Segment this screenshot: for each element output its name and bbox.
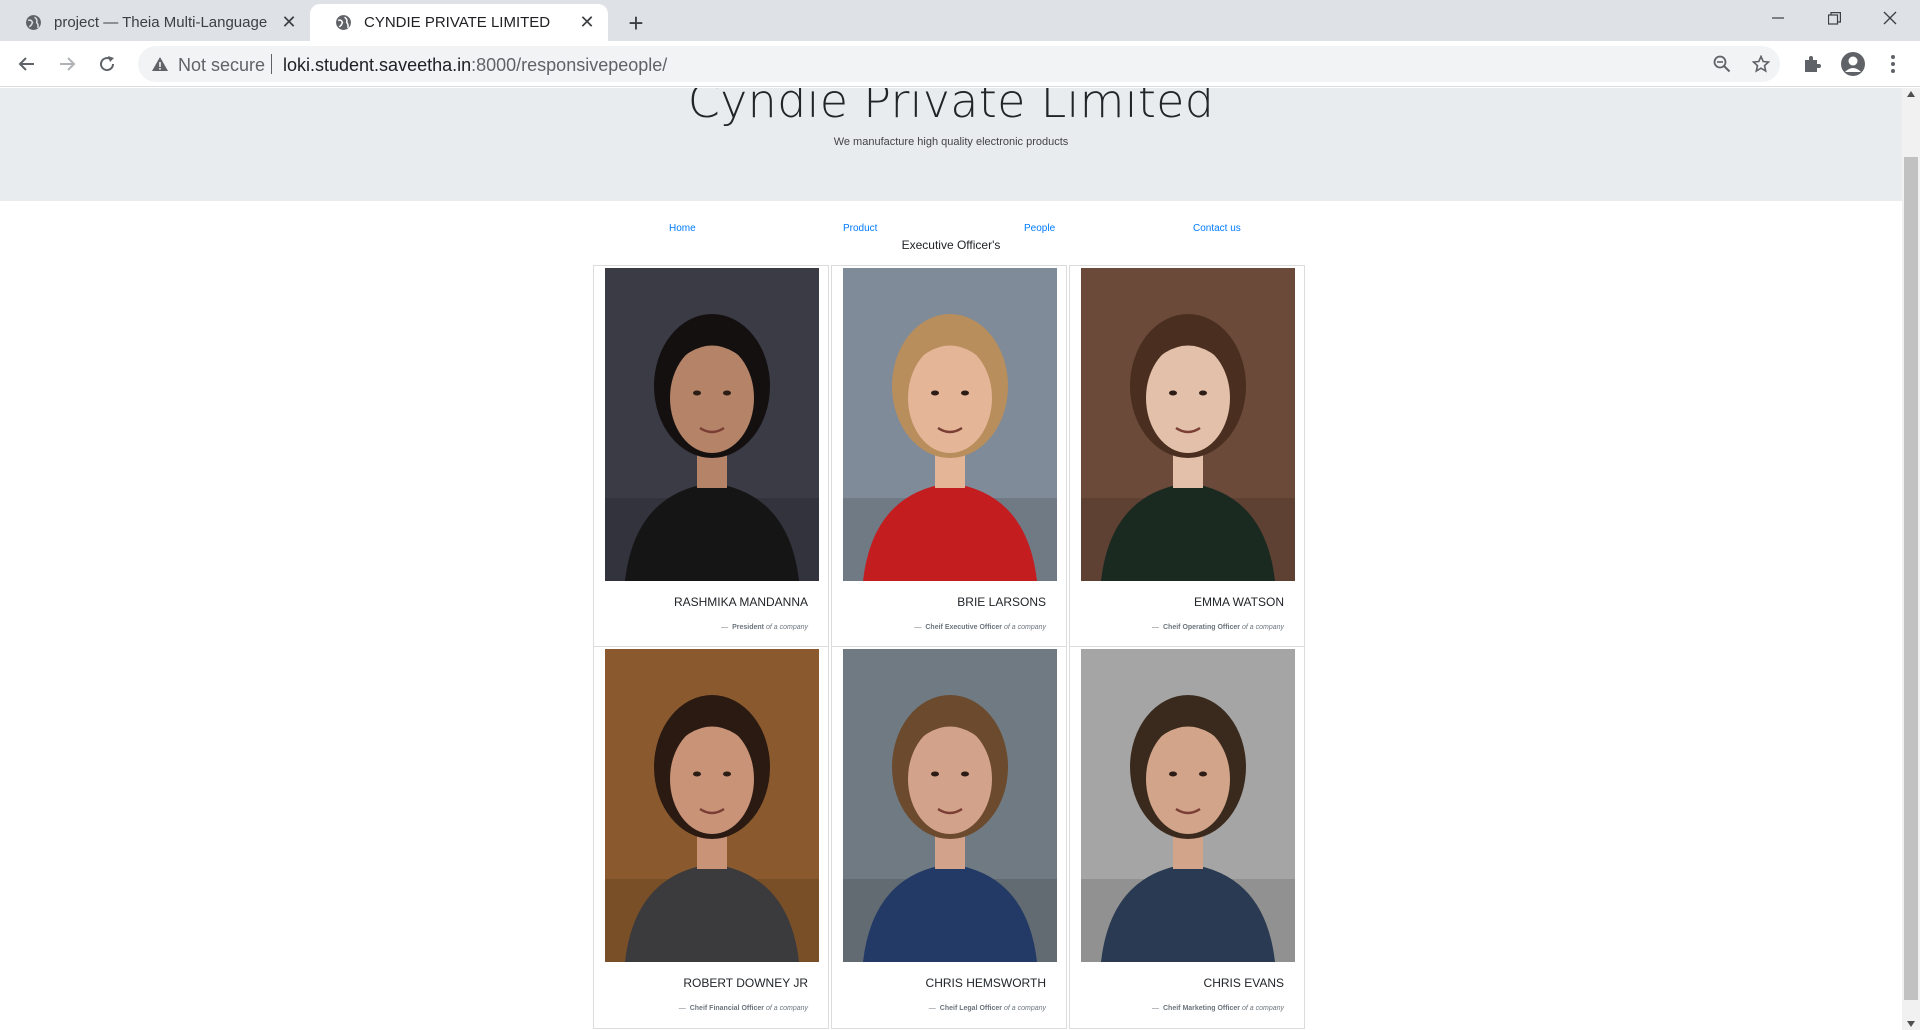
url-text[interactable]: loki.student.saveetha.in:8000/responsive… xyxy=(283,55,667,76)
profile-button[interactable] xyxy=(1836,47,1870,81)
minimize-icon xyxy=(1772,17,1784,19)
person-role: — Cheif Executive Officer of a company xyxy=(914,624,1046,631)
role-suffix: of a company xyxy=(1003,1005,1046,1012)
person-photo xyxy=(843,649,1057,962)
page-viewport: Cyndie Private Limited We manufacture hi… xyxy=(0,88,1920,1030)
role-suffix: of a company xyxy=(1003,624,1046,631)
person-name: CHRIS HEMSWORTH xyxy=(925,976,1046,990)
globe-icon xyxy=(336,15,351,30)
person-card: CHRIS HEMSWORTH — Cheif Legal Officer of a… xyxy=(831,646,1067,1029)
person-card: BRIE LARSONS — Cheif Executive Officer of … xyxy=(831,265,1067,648)
account-icon xyxy=(1841,52,1865,76)
nav-product[interactable]: Product xyxy=(843,223,877,234)
person-card: RASHMIKA MANDANNA — President of a company xyxy=(593,265,829,648)
back-button[interactable] xyxy=(10,47,44,81)
close-tab-icon[interactable]: ✕ xyxy=(280,12,298,32)
dash-glyph: — xyxy=(678,1005,686,1012)
person-role: — Cheif Marketing Officer of a company xyxy=(1152,1005,1284,1012)
section-title: Executive Officer's xyxy=(901,238,1001,252)
person-role: — Cheif Legal Officer of a company xyxy=(929,1005,1046,1012)
tab-title: CYNDIE PRIVATE LIMITED xyxy=(364,14,551,31)
company-title: Cyndie Private Limited xyxy=(687,88,1215,128)
dash-glyph: — xyxy=(1152,1005,1159,1012)
restore-icon xyxy=(1827,11,1841,25)
role-title: Cheif Operating Officer xyxy=(1163,624,1241,631)
forward-button[interactable] xyxy=(50,47,84,81)
menu-button[interactable] xyxy=(1876,47,1910,81)
address-divider xyxy=(271,54,272,74)
browser-tab-cyndie[interactable]: CYNDIE PRIVATE LIMITED ✕ xyxy=(310,4,608,41)
page-content: Cyndie Private Limited We manufacture hi… xyxy=(0,88,1902,1030)
star-icon xyxy=(1752,55,1770,73)
new-tab-button[interactable]: + xyxy=(620,7,652,39)
scroll-up-arrow-icon[interactable] xyxy=(1907,91,1915,97)
globe-icon xyxy=(26,15,41,30)
url-host: loki.student.saveetha.in xyxy=(283,55,472,75)
browser-toolbar: Not secure loki.student.saveetha.in:8000… xyxy=(0,41,1920,87)
puzzle-icon xyxy=(1805,56,1821,72)
dash-glyph: — xyxy=(721,624,729,631)
person-photo xyxy=(843,268,1057,581)
person-name: EMMA WATSON xyxy=(1194,595,1284,609)
company-tagline: We manufacture high quality electronic p… xyxy=(833,136,1069,148)
person-role: — Cheif Financial Officer of a company xyxy=(679,1005,808,1012)
extensions-button[interactable] xyxy=(1795,47,1829,81)
dash-glyph: — xyxy=(928,1005,936,1012)
person-name: RASHMIKA MANDANNA xyxy=(673,595,808,609)
kebab-menu-icon xyxy=(1891,55,1895,73)
arrow-right-icon xyxy=(60,57,76,71)
scroll-down-arrow-icon[interactable] xyxy=(1907,1021,1915,1027)
nav-people[interactable]: People xyxy=(1024,223,1055,234)
zoom-out-icon xyxy=(1713,55,1731,73)
jumbotron-header: Cyndie Private Limited We manufacture hi… xyxy=(0,88,1902,201)
role-title: President xyxy=(732,624,765,631)
scroll-thumb[interactable] xyxy=(1904,157,1918,1000)
browser-tab-strip: project — Theia Multi-Language ✕ CYNDIE … xyxy=(0,0,1920,41)
url-path: :8000/responsivepeople/ xyxy=(471,55,668,75)
person-card: ROBERT DOWNEY JR — Cheif Financial Officer… xyxy=(593,646,829,1029)
person-name: BRIE LARSONS xyxy=(957,595,1046,609)
role-suffix: of a company xyxy=(765,1005,808,1012)
reload-button[interactable] xyxy=(90,47,124,81)
role-suffix: of a company xyxy=(765,624,808,631)
person-card: EMMA WATSON — Cheif Operating Officer of a… xyxy=(1069,265,1305,648)
close-tab-icon[interactable]: ✕ xyxy=(578,12,596,32)
dash-glyph: — xyxy=(914,624,922,631)
vertical-scrollbar[interactable] xyxy=(1902,88,1920,1030)
role-title: Cheif Legal Officer xyxy=(939,1005,1003,1012)
nav-home[interactable]: Home xyxy=(669,223,696,234)
minimize-button[interactable] xyxy=(1750,0,1806,36)
role-suffix: of a company xyxy=(1241,624,1284,631)
role-suffix: of a company xyxy=(1241,1005,1284,1012)
restore-button[interactable] xyxy=(1806,0,1862,36)
dash-glyph: — xyxy=(1152,624,1159,631)
person-card: CHRIS EVANS — Cheif Marketing Officer of a… xyxy=(1069,646,1305,1029)
nav-contact-us[interactable]: Contact us xyxy=(1193,223,1241,234)
close-window-button[interactable] xyxy=(1862,0,1918,36)
person-photo xyxy=(1081,268,1295,581)
person-name: ROBERT DOWNEY JR xyxy=(683,976,808,990)
zoom-button[interactable] xyxy=(1710,52,1734,76)
browser-tab-theia[interactable]: project — Theia Multi-Language ✕ xyxy=(0,4,310,41)
reload-icon xyxy=(100,56,115,72)
person-photo xyxy=(1081,649,1295,962)
role-title: Cheif Financial Officer xyxy=(689,1005,765,1012)
address-bar[interactable]: Not secure loki.student.saveetha.in:8000… xyxy=(138,46,1780,82)
arrow-left-icon xyxy=(18,57,34,71)
role-title: Cheif Marketing Officer xyxy=(1163,1005,1241,1012)
person-photo xyxy=(605,268,819,581)
person-photo xyxy=(605,649,819,962)
close-icon xyxy=(1883,11,1897,25)
person-name: CHRIS EVANS xyxy=(1203,976,1284,990)
site-nav: Home Product People Contact us xyxy=(596,223,1308,237)
bookmark-button[interactable] xyxy=(1749,52,1773,76)
security-status[interactable]: Not secure xyxy=(178,55,265,76)
person-role: — Cheif Operating Officer of a company xyxy=(1152,624,1284,631)
person-role: — President of a company xyxy=(721,624,808,631)
people-grid: RASHMIKA MANDANNA — President of a company… xyxy=(593,265,1305,1029)
role-title: Cheif Executive Officer xyxy=(925,624,1003,631)
tab-title: project — Theia Multi-Language xyxy=(54,14,268,31)
warning-icon[interactable] xyxy=(151,55,169,73)
